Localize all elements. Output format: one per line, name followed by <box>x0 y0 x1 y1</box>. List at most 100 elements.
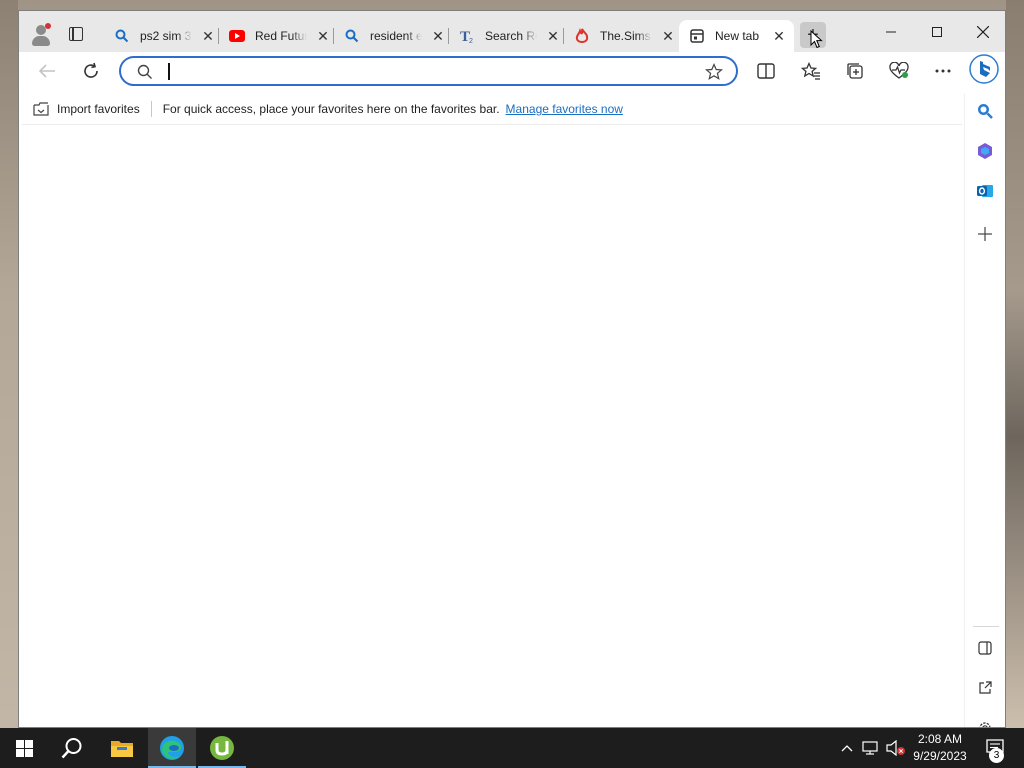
search-icon <box>61 738 82 759</box>
tab-title: The.Sims <box>600 29 651 43</box>
browser-essentials-button[interactable] <box>885 57 913 85</box>
heart-pulse-icon <box>889 62 909 79</box>
open-external-button[interactable] <box>973 676 997 700</box>
tab-title: Red Futur <box>255 29 307 43</box>
windows-taskbar: 2:08 AM 9/29/2023 3 <box>0 728 1024 768</box>
back-arrow-icon <box>38 64 55 78</box>
avatar-body-shape <box>32 36 50 46</box>
maximize-icon <box>932 27 942 37</box>
tab-4[interactable]: T2 Search Re ✕ <box>449 20 564 52</box>
split-screen-button[interactable] <box>752 57 780 85</box>
tab-strip: ps2 sim 3 ✕ Red Futur ✕ resident e ✕ T2 … <box>19 11 1005 52</box>
collections-button[interactable] <box>841 57 869 85</box>
maximize-button[interactable] <box>914 17 960 47</box>
navigation-toolbar <box>19 52 1005 94</box>
sidebar-toggle-icon <box>978 641 992 655</box>
close-tab-icon[interactable]: ✕ <box>315 28 331 44</box>
desktop-background-left <box>0 0 18 728</box>
favorites-bar: Import favorites For quick access, place… <box>19 94 964 124</box>
network-icon <box>862 741 878 755</box>
taskbar-utorrent[interactable] <box>198 728 246 768</box>
close-window-button[interactable] <box>960 17 1005 47</box>
plus-icon <box>978 227 992 241</box>
external-link-icon <box>979 681 992 694</box>
close-tab-icon[interactable]: ✕ <box>545 28 561 44</box>
clock-date: 9/29/2023 <box>913 749 967 763</box>
close-tab-icon[interactable]: ✕ <box>771 28 787 44</box>
bing-icon <box>969 54 999 84</box>
import-favorites-label: Import favorites <box>57 102 140 116</box>
refresh-icon <box>84 62 98 78</box>
tab-2[interactable]: Red Futur ✕ <box>219 20 334 52</box>
action-center-button[interactable]: 3 <box>976 728 1016 768</box>
sidebar-divider <box>973 626 999 627</box>
newtab-icon <box>689 28 705 44</box>
page-content <box>22 124 962 727</box>
outlook-icon <box>977 185 993 197</box>
tab-new-tab-active[interactable]: New tab ✕ <box>679 20 794 52</box>
volume-muted-icon <box>886 740 905 756</box>
minimize-icon <box>886 31 896 33</box>
settings-more-button[interactable] <box>929 57 957 85</box>
tab-title: resident e <box>370 29 422 43</box>
tab-actions-menu-button[interactable] <box>67 25 85 43</box>
profile-avatar-button[interactable] <box>29 23 53 47</box>
favorite-star-icon[interactable] <box>705 63 723 81</box>
manage-favorites-link[interactable]: Manage favorites now <box>506 102 623 116</box>
close-tab-icon[interactable]: ✕ <box>430 28 446 44</box>
taskbar-file-explorer[interactable] <box>98 728 146 768</box>
taskbar-search-button[interactable] <box>48 728 96 768</box>
edge-sidebar <box>964 94 1005 727</box>
gear-icon <box>979 722 991 727</box>
chevron-up-icon <box>841 745 853 752</box>
tab-title: ps2 sim 3 <box>140 29 192 43</box>
sidebar-office-button[interactable] <box>973 139 997 163</box>
favorites-icon <box>801 62 820 80</box>
favbar-separator <box>150 101 152 117</box>
notification-dot <box>45 23 51 29</box>
close-tab-icon[interactable]: ✕ <box>200 28 216 44</box>
search-icon <box>137 64 152 79</box>
desktop-background-right <box>1006 0 1024 728</box>
notification-count-badge: 3 <box>989 748 1004 763</box>
sidebar-settings-button[interactable] <box>973 716 997 727</box>
search-icon <box>114 28 130 44</box>
bing-copilot-button[interactable] <box>968 53 1000 85</box>
tab-1[interactable]: ps2 sim 3 ✕ <box>104 20 219 52</box>
more-dots-icon <box>935 69 951 73</box>
start-button[interactable] <box>0 728 48 768</box>
import-favorites-button[interactable]: Import favorites <box>33 102 140 116</box>
clock-button[interactable]: 2:08 AM 9/29/2023 <box>910 728 970 768</box>
sidebar-add-button[interactable] <box>973 222 997 246</box>
clock-time: 2:08 AM <box>917 732 963 746</box>
address-input[interactable] <box>169 61 693 83</box>
close-icon <box>977 26 989 38</box>
split-screen-icon <box>757 63 775 79</box>
utorrent-icon <box>210 736 234 760</box>
office-icon <box>978 143 992 159</box>
youtube-icon <box>229 28 245 44</box>
file-explorer-icon <box>111 741 133 757</box>
show-hidden-icons-button[interactable] <box>837 728 857 768</box>
tunefind-icon: T2 <box>459 28 475 44</box>
refresh-button[interactable] <box>77 57 105 85</box>
address-bar[interactable] <box>119 56 738 86</box>
tab-title: Search Re <box>485 29 537 43</box>
back-button[interactable] <box>33 57 61 85</box>
edge-icon <box>160 736 184 760</box>
svg-text:2: 2 <box>469 38 473 44</box>
sidebar-outlook-button[interactable] <box>973 179 997 203</box>
hide-sidebar-button[interactable] <box>973 636 997 660</box>
taskbar-edge[interactable] <box>148 728 196 768</box>
tab-5[interactable]: The.Sims ✕ <box>564 20 679 52</box>
tab-title: New tab <box>715 29 760 43</box>
sidebar-search-button[interactable] <box>973 99 997 123</box>
volume-button[interactable] <box>884 728 908 768</box>
close-tab-icon[interactable]: ✕ <box>660 28 676 44</box>
search-icon <box>344 28 360 44</box>
minimize-button[interactable] <box>868 17 914 47</box>
tab-3[interactable]: resident e ✕ <box>334 20 449 52</box>
network-status-button[interactable] <box>860 728 882 768</box>
favorites-bar-message: For quick access, place your favorites h… <box>162 102 500 116</box>
favorites-button[interactable] <box>797 57 825 85</box>
